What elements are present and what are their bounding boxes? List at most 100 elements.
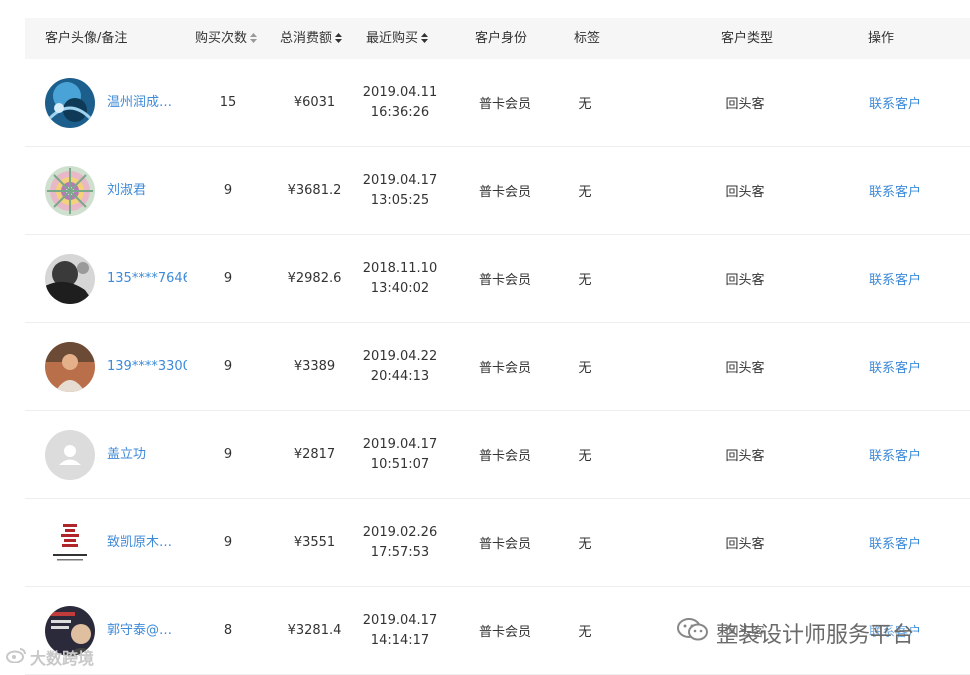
recent-purchase: 2019.04.17 10:51:07 xyxy=(360,411,440,498)
total-amount: ¥2817 xyxy=(293,447,336,462)
watermark-right-text: 整装设计师服务平台 xyxy=(716,623,915,648)
total-amount: ¥3681.2 xyxy=(287,183,342,198)
recent-purchase: 2019.02.26 17:57:53 xyxy=(360,499,440,586)
table-row: 139****3300 9 ¥3389 2019.04.22 20:44:13 … xyxy=(25,323,970,411)
watermark-left-text: 大数跨境 xyxy=(30,649,95,668)
header-count[interactable]: 购买次数 xyxy=(195,18,258,59)
table-row: 致凯原木… 9 ¥3551 2019.02.26 17:57:53 普卡会员 无… xyxy=(25,499,970,587)
purchase-count: 9 xyxy=(223,183,233,198)
recent-date: 2019.04.11 xyxy=(362,84,438,100)
purchase-count: 9 xyxy=(223,535,233,550)
purchase-count: 15 xyxy=(219,95,237,110)
customer-identity: 普卡会员 xyxy=(478,361,531,376)
table-row: 135****7646 9 ¥2982.6 2018.11.10 13:40:0… xyxy=(25,235,970,323)
header-recent-label: 最近购买 xyxy=(366,31,419,46)
sort-icon[interactable] xyxy=(250,32,258,43)
customer-type: 回头客 xyxy=(725,449,765,464)
header-amount-label: 总消费额 xyxy=(280,31,333,46)
recent-time: 20:44:13 xyxy=(370,368,430,384)
avatar[interactable] xyxy=(45,166,95,216)
recent-date: 2019.04.17 xyxy=(362,612,438,628)
purchase-count: 9 xyxy=(223,447,233,462)
customer-identity: 普卡会员 xyxy=(478,537,531,552)
customer-name-link[interactable]: 致凯原木… xyxy=(107,499,187,586)
customer-tag: 无 xyxy=(578,273,592,288)
customer-name-link[interactable]: 139****3300 xyxy=(107,323,187,410)
avatar[interactable] xyxy=(45,518,95,568)
recent-time: 16:36:26 xyxy=(370,104,430,120)
recent-date: 2019.02.26 xyxy=(362,524,438,540)
table-row: 盖立功 9 ¥2817 2019.04.17 10:51:07 普卡会员 无 回… xyxy=(25,411,970,499)
header-type: 客户类型 xyxy=(721,31,774,46)
recent-date: 2019.04.22 xyxy=(362,348,438,364)
customer-identity: 普卡会员 xyxy=(478,449,531,464)
customer-type: 回头客 xyxy=(725,185,765,200)
customer-identity: 普卡会员 xyxy=(478,625,531,640)
total-amount: ¥6031 xyxy=(293,95,336,110)
contact-customer-link[interactable]: 联系客户 xyxy=(855,499,935,586)
customer-table: 客户头像/备注 购买次数 总消费额 最近购买 客户身份 标签 客户类型 操作 温… xyxy=(25,18,970,675)
recent-purchase: 2018.11.10 13:40:02 xyxy=(360,235,440,322)
header-tag: 标签 xyxy=(574,31,601,46)
customer-name-link[interactable]: 温州润成… xyxy=(107,59,187,146)
customer-tag: 无 xyxy=(578,361,592,376)
customer-tag: 无 xyxy=(578,449,592,464)
recent-purchase: 2019.04.22 20:44:13 xyxy=(360,323,440,410)
contact-customer-link[interactable]: 联系客户 xyxy=(855,147,935,234)
avatar[interactable] xyxy=(45,342,95,392)
customer-type: 回头客 xyxy=(725,537,765,552)
customer-tag: 无 xyxy=(578,537,592,552)
recent-date: 2019.04.17 xyxy=(362,436,438,452)
customer-identity: 普卡会员 xyxy=(478,273,531,288)
customer-name-link[interactable]: 郭守泰@… xyxy=(107,587,187,674)
table-header: 客户头像/备注 购买次数 总消费额 最近购买 客户身份 标签 客户类型 操作 xyxy=(25,18,970,59)
customer-identity: 普卡会员 xyxy=(478,185,531,200)
customer-type: 回头客 xyxy=(725,97,765,112)
avatar[interactable] xyxy=(45,430,95,480)
wechat-icon xyxy=(676,617,710,649)
customer-tag: 无 xyxy=(578,185,592,200)
customer-identity: 普卡会员 xyxy=(478,97,531,112)
customer-name-link[interactable]: 刘淑君 xyxy=(107,147,187,234)
recent-time: 10:51:07 xyxy=(370,456,430,472)
recent-time: 13:40:02 xyxy=(370,280,430,296)
customer-tag: 无 xyxy=(578,97,592,112)
weibo-icon xyxy=(6,647,26,667)
recent-time: 17:57:53 xyxy=(370,544,430,560)
recent-purchase: 2019.04.17 13:05:25 xyxy=(360,147,440,234)
avatar[interactable] xyxy=(45,78,95,128)
purchase-count: 9 xyxy=(223,271,233,286)
recent-time: 13:05:25 xyxy=(370,192,430,208)
contact-customer-link[interactable]: 联系客户 xyxy=(855,59,935,146)
contact-customer-link[interactable]: 联系客户 xyxy=(855,323,935,410)
header-recent[interactable]: 最近购买 xyxy=(366,18,429,59)
total-amount: ¥3281.4 xyxy=(287,623,342,638)
recent-date: 2018.11.10 xyxy=(362,260,438,276)
total-amount: ¥3551 xyxy=(293,535,336,550)
recent-date: 2019.04.17 xyxy=(362,172,438,188)
customer-name-link[interactable]: 135****7646 xyxy=(107,235,187,322)
customer-type: 回头客 xyxy=(725,273,765,288)
customer-type: 回头客 xyxy=(725,361,765,376)
watermark-left: 大数跨境 xyxy=(6,645,94,669)
sort-icon[interactable] xyxy=(421,32,429,43)
purchase-count: 9 xyxy=(223,359,233,374)
header-amount[interactable]: 总消费额 xyxy=(280,18,343,59)
total-amount: ¥2982.6 xyxy=(287,271,342,286)
recent-time: 14:14:17 xyxy=(370,632,430,648)
recent-purchase: 2019.04.17 14:14:17 xyxy=(360,587,440,674)
contact-customer-link[interactable]: 联系客户 xyxy=(855,411,935,498)
recent-purchase: 2019.04.11 16:36:26 xyxy=(360,59,440,146)
table-body: 温州润成… 15 ¥6031 2019.04.11 16:36:26 普卡会员 … xyxy=(25,59,970,675)
header-identity: 客户身份 xyxy=(475,31,528,46)
total-amount: ¥3389 xyxy=(293,359,336,374)
table-row: 温州润成… 15 ¥6031 2019.04.11 16:36:26 普卡会员 … xyxy=(25,59,970,147)
sort-icon[interactable] xyxy=(335,32,343,43)
avatar[interactable] xyxy=(45,254,95,304)
header-customer: 客户头像/备注 xyxy=(45,31,128,46)
watermark-right: 整装设计师服务平台 xyxy=(676,617,915,649)
contact-customer-link[interactable]: 联系客户 xyxy=(855,235,935,322)
customer-tag: 无 xyxy=(578,625,592,640)
customer-name-link[interactable]: 盖立功 xyxy=(107,411,187,498)
header-count-label: 购买次数 xyxy=(195,31,248,46)
